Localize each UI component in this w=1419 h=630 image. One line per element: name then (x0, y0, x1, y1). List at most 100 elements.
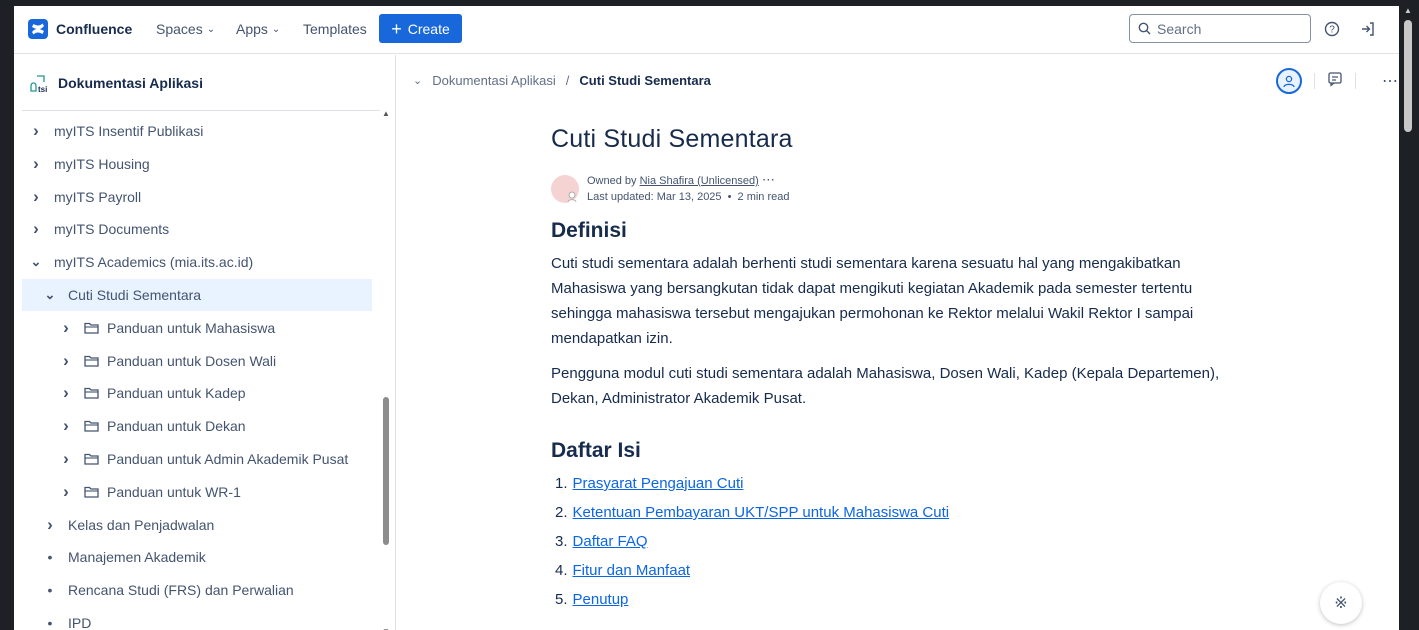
space-logo-icon: tsi (30, 75, 47, 94)
search-box[interactable] (1129, 14, 1311, 43)
sidebar-item-label: myITS Academics (mia.its.ac.id) (54, 254, 254, 271)
toc-link[interactable]: Daftar FAQ (573, 533, 648, 550)
sidebar-item-label: IPD (68, 615, 92, 630)
search-input[interactable] (1157, 20, 1307, 37)
spaces-label: Spaces (156, 21, 203, 37)
toc-link[interactable]: Ketentuan Pembayaran UKT/SPP untuk Mahas… (573, 504, 950, 521)
space-header[interactable]: tsi Dokumentasi Aplikasi (28, 72, 203, 94)
bullet-icon[interactable]: • (42, 582, 58, 598)
paragraph-definition: Cuti studi sementara adalah berhenti stu… (551, 255, 1194, 347)
main-content: ⌄ Dokumentasi Aplikasi / Cuti Studi Seme… (397, 55, 1399, 630)
toc-item: 2. Ketentuan Pembayaran UKT/SPP untuk Mah… (551, 498, 1251, 527)
chevron-right-icon[interactable]: › (28, 219, 44, 239)
sidebar-tree-item[interactable]: › Panduan untuk WR-1 (22, 476, 372, 508)
sidebar-tree-item[interactable]: • IPD (22, 607, 372, 630)
chevron-right-icon[interactable]: › (42, 515, 58, 535)
floating-assist-button[interactable]: ※ (1320, 582, 1362, 624)
top-navigation: Confluence Spaces ⌄ Apps ⌄ Templates + C… (14, 6, 1399, 54)
sign-in-icon[interactable] (1358, 19, 1378, 39)
chevron-right-icon[interactable]: › (58, 318, 74, 338)
more-actions-icon[interactable]: ⋯ (1382, 71, 1399, 91)
chevron-right-icon[interactable]: › (28, 154, 44, 174)
toc-link[interactable]: Penutup (573, 591, 629, 608)
brand-name[interactable]: Confluence (56, 21, 132, 37)
app-window: Confluence Spaces ⌄ Apps ⌄ Templates + C… (14, 6, 1399, 630)
breadcrumb-current[interactable]: Cuti Studi Sementara (579, 73, 710, 88)
sidebar-tree-item[interactable]: › Panduan untuk Mahasiswa (22, 312, 372, 344)
help-icon[interactable]: ? (1322, 19, 1342, 39)
chevron-right-icon[interactable]: › (28, 121, 44, 141)
paragraph-users: Pengguna modul cuti studi sementara adal… (551, 365, 1220, 407)
space-title: Dokumentasi Aplikasi (58, 75, 203, 91)
more-icon[interactable]: ⋯ (762, 172, 775, 187)
sparkle-icon: ※ (1334, 595, 1348, 612)
comment-icon[interactable] (1327, 71, 1343, 92)
page-title: Cuti Studi Sementara (551, 125, 793, 153)
sidebar-tree-item[interactable]: › Kelas dan Penjadwalan (22, 509, 372, 541)
templates-label: Templates (303, 21, 367, 37)
sidebar-item-label: myITS Documents (54, 221, 170, 238)
sidebar-tree-item[interactable]: › myITS Housing (22, 148, 372, 180)
confluence-logo-icon[interactable] (28, 19, 48, 39)
byline-text: Owned by Nia Shafira (Unlicensed) ⋯ Last… (587, 172, 790, 205)
sidebar-item-label: Panduan untuk Kadep (107, 385, 246, 402)
chevron-right-icon[interactable]: › (58, 351, 74, 371)
chevron-right-icon[interactable]: › (28, 187, 44, 207)
toc-item: 4. Fitur dan Manfaat (551, 556, 1251, 585)
scroll-thumb[interactable] (383, 397, 389, 545)
apps-label: Apps (236, 21, 268, 37)
sidebar-tree-item[interactable]: ⌄ Cuti Studi Sementara (22, 279, 372, 311)
bullet-icon[interactable]: • (42, 549, 58, 565)
page-scroll-thumb[interactable] (1404, 20, 1412, 132)
apps-menu[interactable]: Apps ⌄ (236, 21, 280, 37)
owner-avatar[interactable] (551, 174, 579, 203)
sidebar-item-label: myITS Housing (54, 155, 150, 172)
sidebar-item-label: myITS Insentif Publikasi (54, 123, 204, 139)
user-avatar-icon[interactable] (1276, 68, 1302, 94)
last-updated: Last updated: Mar 13, 2025 (587, 191, 722, 203)
folder-icon (84, 355, 99, 367)
toc-number: 5. (555, 591, 568, 608)
sidebar-tree-item[interactable]: › myITS Documents (22, 213, 372, 245)
scroll-up-icon[interactable]: ▲ (1404, 6, 1412, 15)
sidebar-item-label: Panduan untuk Mahasiswa (107, 319, 276, 336)
sidebar-tree-item[interactable]: › Panduan untuk Dosen Wali (22, 345, 372, 377)
sidebar-item-label: Kelas dan Penjadwalan (68, 516, 215, 533)
owned-by-label: Owned by (587, 175, 637, 187)
sidebar-divider (22, 110, 380, 111)
chevron-right-icon[interactable]: › (58, 449, 74, 469)
sidebar-tree-item[interactable]: › myITS Insentif Publikasi (22, 115, 372, 147)
page-scrollbar[interactable]: ▲ (1399, 6, 1419, 630)
spaces-menu[interactable]: Spaces ⌄ (156, 21, 215, 37)
sidebar-tree-item[interactable]: • Manajemen Akademik (22, 541, 372, 573)
sidebar-tree-item[interactable]: › Panduan untuk Dekan (22, 410, 372, 442)
breadcrumb-parent[interactable]: Dokumentasi Aplikasi (432, 73, 556, 88)
chevron-right-icon[interactable]: › (58, 416, 74, 436)
collapse-chevron-icon[interactable]: ⌄ (413, 74, 422, 87)
sidebar-scrollbar[interactable]: ▲ ▼ (380, 107, 390, 630)
chevron-right-icon[interactable]: › (58, 482, 74, 502)
owner-link[interactable]: Nia Shafira (Unlicensed) (640, 175, 759, 187)
svg-text:tsi: tsi (38, 85, 47, 94)
toc-link[interactable]: Prasyarat Pengajuan Cuti (573, 475, 744, 492)
actions-divider (1355, 73, 1356, 89)
chevron-right-icon[interactable]: › (58, 383, 74, 403)
chevron-down-icon[interactable]: ⌄ (28, 254, 44, 270)
toc-number: 1. (555, 475, 568, 492)
toc-link[interactable]: Fitur dan Manfaat (573, 562, 691, 579)
sidebar-tree-item[interactable]: ⌄ myITS Academics (mia.its.ac.id) (22, 246, 372, 278)
sidebar-tree-item[interactable]: › Panduan untuk Kadep (22, 377, 372, 409)
folder-icon (84, 486, 99, 498)
chevron-down-icon: ⌄ (271, 23, 281, 35)
bullet-icon[interactable]: • (42, 615, 58, 630)
heading-daftar-isi: Daftar Isi (551, 439, 641, 462)
folder-icon (84, 421, 99, 432)
sidebar-tree-item[interactable]: › Panduan untuk Admin Akademik Pusat (22, 443, 372, 475)
sidebar-tree-item[interactable]: • Rencana Studi (FRS) dan Perwalian (22, 574, 372, 606)
templates-link[interactable]: Templates (303, 21, 367, 37)
create-button[interactable]: + Create (379, 14, 462, 43)
chevron-down-icon[interactable]: ⌄ (42, 287, 58, 303)
folder-icon (84, 453, 99, 465)
scroll-up-icon[interactable]: ▲ (382, 109, 390, 118)
sidebar-tree-item[interactable]: › myITS Payroll (22, 181, 372, 213)
